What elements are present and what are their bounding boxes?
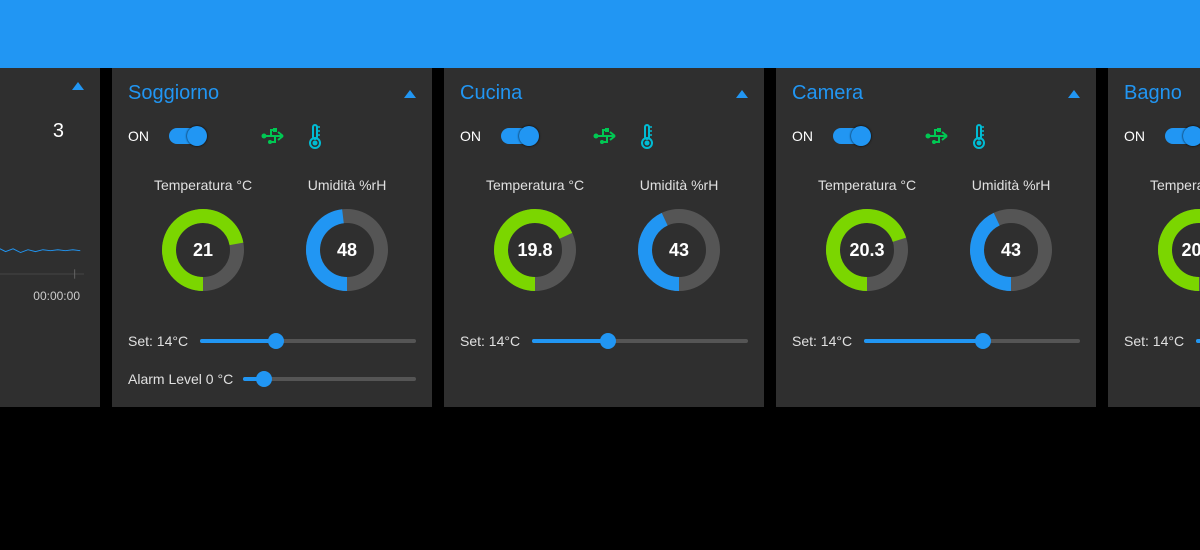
setpoint-slider[interactable] <box>1196 339 1200 343</box>
power-label: ON <box>460 128 481 144</box>
setpoint-slider[interactable] <box>532 339 748 343</box>
room-card-partial: 3 erna 00:00:00 <box>0 68 100 407</box>
thermometer-icon <box>969 123 989 149</box>
humidity-value: 48 <box>304 207 390 293</box>
temp-label: Temperatura °C <box>486 177 584 193</box>
power-label: ON <box>1124 128 1145 144</box>
temp-label: Temperatura °C <box>1150 177 1200 193</box>
collapse-icon[interactable] <box>72 82 84 90</box>
card-title: Bagno <box>1124 82 1182 105</box>
power-toggle[interactable] <box>169 128 205 144</box>
power-toggle[interactable] <box>501 128 537 144</box>
humidity-value: 43 <box>636 207 722 293</box>
collapse-icon[interactable] <box>736 90 748 98</box>
room-card: Bagno ON Temperatura °C <box>1108 68 1200 407</box>
card-title: Camera <box>792 82 863 105</box>
humidity-label: Umidità %rH <box>640 177 719 193</box>
setpoint-slider[interactable] <box>200 339 416 343</box>
setpoint-label: Set: 14°C <box>1124 333 1186 349</box>
thermometer-icon <box>305 123 325 149</box>
humidity-label: Umidità %rH <box>972 177 1051 193</box>
temp-value: 21 <box>160 207 246 293</box>
usb-icon <box>593 125 619 147</box>
alarm-label: Alarm Level 0 °C <box>128 371 233 387</box>
card-title: Soggiorno <box>128 82 219 105</box>
temp-gauge: 20.3 <box>824 207 910 293</box>
temp-label: Temperatura °C <box>154 177 252 193</box>
temp-value: 20.1 <box>1156 207 1200 293</box>
time-axis-label: 00:00:00 <box>33 289 80 303</box>
waveform-panel: erna 00:00:00 <box>0 183 84 303</box>
setpoint-label: Set: 14°C <box>128 333 190 349</box>
temp-gauge: 20.1 <box>1156 207 1200 293</box>
setpoint-slider[interactable] <box>864 339 1080 343</box>
temp-gauge: 21 <box>160 207 246 293</box>
power-label: ON <box>792 128 813 144</box>
room-card: Soggiorno ON Temperatura °C <box>112 68 432 407</box>
room-card: Cucina ON Temperatura °C <box>444 68 764 407</box>
power-label: ON <box>128 128 149 144</box>
power-toggle[interactable] <box>1165 128 1200 144</box>
humidity-gauge: 48 <box>304 207 390 293</box>
temp-label: Temperatura °C <box>818 177 916 193</box>
setpoint-label: Set: 14°C <box>792 333 854 349</box>
temp-value: 20.3 <box>824 207 910 293</box>
collapse-icon[interactable] <box>404 90 416 98</box>
humidity-value: 43 <box>968 207 1054 293</box>
top-bar <box>0 0 1200 68</box>
power-toggle[interactable] <box>833 128 869 144</box>
usb-icon <box>261 125 287 147</box>
temp-gauge: 19.8 <box>492 207 578 293</box>
humidity-label: Umidità %rH <box>308 177 387 193</box>
usb-icon <box>925 125 951 147</box>
waveform-title: erna <box>0 183 84 200</box>
humidity-gauge: 43 <box>968 207 1054 293</box>
card-title: Cucina <box>460 82 522 105</box>
setpoint-label: Set: 14°C <box>460 333 522 349</box>
collapse-icon[interactable] <box>1068 90 1080 98</box>
temp-value: 19.8 <box>492 207 578 293</box>
humidity-gauge: 43 <box>636 207 722 293</box>
alarm-slider[interactable] <box>243 377 416 381</box>
cards-row: 3 erna 00:00:00 Soggiorno ON <box>0 68 1200 407</box>
room-card: Camera ON Temperatura °C <box>776 68 1096 407</box>
thermometer-icon <box>637 123 657 149</box>
waveform-chart <box>0 206 84 286</box>
partial-value: 3 <box>0 120 84 143</box>
